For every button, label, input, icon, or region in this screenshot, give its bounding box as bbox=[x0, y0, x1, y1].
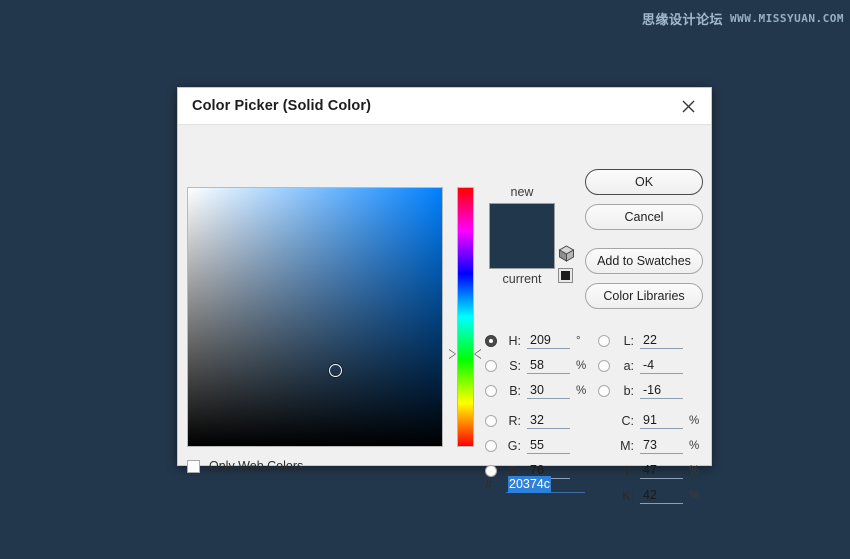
input-r[interactable] bbox=[527, 412, 570, 429]
field-row-y: Y: % bbox=[598, 458, 699, 483]
field-row-c: C: % bbox=[598, 408, 699, 433]
current-color-label: current bbox=[502, 272, 542, 286]
field-row-r: R: bbox=[485, 408, 570, 433]
field-row-lab-b: b: bbox=[598, 378, 683, 403]
field-row-g: G: bbox=[485, 433, 570, 458]
field-row-m: M: % bbox=[598, 433, 699, 458]
label-h: H: bbox=[508, 333, 522, 348]
field-row-k: K: % bbox=[598, 483, 699, 508]
radio-h[interactable] bbox=[485, 334, 497, 347]
radio-b-brightness[interactable] bbox=[485, 384, 497, 397]
radio-g[interactable] bbox=[485, 439, 497, 452]
spacer-m bbox=[598, 440, 610, 452]
field-row-lab-l: L: bbox=[598, 328, 683, 353]
rgb-fields: R: G: B: bbox=[485, 408, 570, 483]
websafe-square-icon[interactable] bbox=[558, 268, 573, 283]
input-k[interactable] bbox=[640, 487, 683, 504]
input-lab-b[interactable] bbox=[640, 382, 683, 399]
label-r: R: bbox=[508, 413, 522, 428]
color-swatch-box bbox=[489, 203, 555, 269]
spacer-c bbox=[598, 415, 610, 427]
hsb-fields: H: ° S: % B: % bbox=[485, 328, 586, 403]
cmyk-fields: C: % M: % Y: % K: % bbox=[598, 408, 699, 508]
field-row-h: H: ° bbox=[485, 328, 586, 353]
sb-field-cursor[interactable] bbox=[328, 364, 342, 378]
checkbox-box[interactable] bbox=[187, 459, 200, 473]
cancel-button[interactable]: Cancel bbox=[585, 204, 703, 230]
label-m: M: bbox=[620, 438, 634, 453]
unit-s: % bbox=[576, 359, 587, 372]
unit-h: ° bbox=[576, 334, 581, 347]
input-g[interactable] bbox=[527, 437, 570, 454]
unit-b-brightness: % bbox=[576, 384, 587, 397]
dialog-buttons: OK Cancel Add to Swatches Color Librarie… bbox=[585, 169, 703, 318]
unit-k: % bbox=[689, 489, 700, 502]
only-web-colors-checkbox[interactable]: Only Web Colors bbox=[187, 459, 303, 473]
cube-icon[interactable] bbox=[558, 245, 575, 262]
label-s: S: bbox=[509, 358, 521, 373]
field-row-b-brightness: B: % bbox=[485, 378, 586, 403]
input-y[interactable] bbox=[640, 462, 683, 479]
add-to-swatches-button[interactable]: Add to Swatches bbox=[585, 248, 703, 274]
hue-slider[interactable] bbox=[449, 185, 481, 449]
input-lab-l[interactable] bbox=[640, 332, 683, 349]
field-row-lab-a: a: bbox=[598, 353, 683, 378]
hex-input[interactable]: 20374c bbox=[506, 476, 585, 493]
watermark-url-text: WWW.MISSYUAN.COM bbox=[730, 12, 844, 25]
ok-button[interactable]: OK bbox=[585, 169, 703, 195]
unit-m: % bbox=[689, 439, 700, 452]
hex-value-selected[interactable]: 20374c bbox=[508, 476, 552, 493]
hex-field-row: # 20374c bbox=[485, 476, 585, 493]
field-row-s: S: % bbox=[485, 353, 586, 378]
radio-s[interactable] bbox=[485, 359, 497, 372]
close-icon[interactable] bbox=[675, 93, 701, 119]
label-g: G: bbox=[507, 438, 521, 453]
radio-lab-l[interactable] bbox=[598, 334, 610, 347]
color-libraries-button[interactable]: Color Libraries bbox=[585, 283, 703, 309]
color-picker-dialog: Color Picker (Solid Color) new current O… bbox=[177, 87, 712, 504]
hue-marker-right[interactable] bbox=[474, 349, 481, 359]
label-c: C: bbox=[621, 413, 635, 428]
hex-hash-label: # bbox=[485, 478, 492, 492]
label-b-brightness: B: bbox=[509, 383, 521, 398]
new-color-swatch[interactable] bbox=[490, 204, 554, 268]
unit-c: % bbox=[689, 414, 700, 427]
spacer-k bbox=[598, 490, 610, 502]
input-s[interactable] bbox=[527, 357, 570, 374]
hue-slider-strip[interactable] bbox=[457, 187, 474, 447]
dialog-title: Color Picker (Solid Color) bbox=[192, 98, 372, 114]
label-k: K: bbox=[622, 488, 634, 503]
label-lab-a: a: bbox=[623, 358, 634, 373]
radio-lab-a[interactable] bbox=[598, 359, 610, 372]
new-color-label: new bbox=[510, 185, 534, 199]
label-lab-b: b: bbox=[623, 383, 634, 398]
dialog-body: new current OK Cancel Add to Swatches Co… bbox=[178, 125, 711, 504]
input-b-brightness[interactable] bbox=[527, 382, 570, 399]
lab-fields: L: a: b: bbox=[598, 328, 683, 403]
radio-b-blue[interactable] bbox=[485, 464, 497, 477]
input-lab-a[interactable] bbox=[640, 357, 683, 374]
input-h[interactable] bbox=[527, 332, 570, 349]
color-preview: new current bbox=[486, 183, 558, 288]
label-y: Y: bbox=[622, 463, 634, 478]
spacer-y bbox=[598, 465, 610, 477]
radio-lab-b[interactable] bbox=[598, 384, 610, 397]
saturation-brightness-field[interactable] bbox=[187, 187, 443, 447]
watermark: 思缘设计论坛 WWW.MISSYUAN.COM bbox=[642, 9, 844, 28]
hue-marker-left[interactable] bbox=[449, 349, 456, 359]
input-c[interactable] bbox=[640, 412, 683, 429]
input-m[interactable] bbox=[640, 437, 683, 454]
unit-y: % bbox=[689, 464, 700, 477]
watermark-cn-text: 思缘设计论坛 bbox=[642, 13, 724, 28]
label-lab-l: L: bbox=[623, 333, 634, 348]
dialog-titlebar: Color Picker (Solid Color) bbox=[178, 88, 711, 125]
warning-icons bbox=[558, 245, 578, 283]
only-web-colors-label: Only Web Colors bbox=[209, 459, 304, 473]
radio-r[interactable] bbox=[485, 414, 497, 427]
